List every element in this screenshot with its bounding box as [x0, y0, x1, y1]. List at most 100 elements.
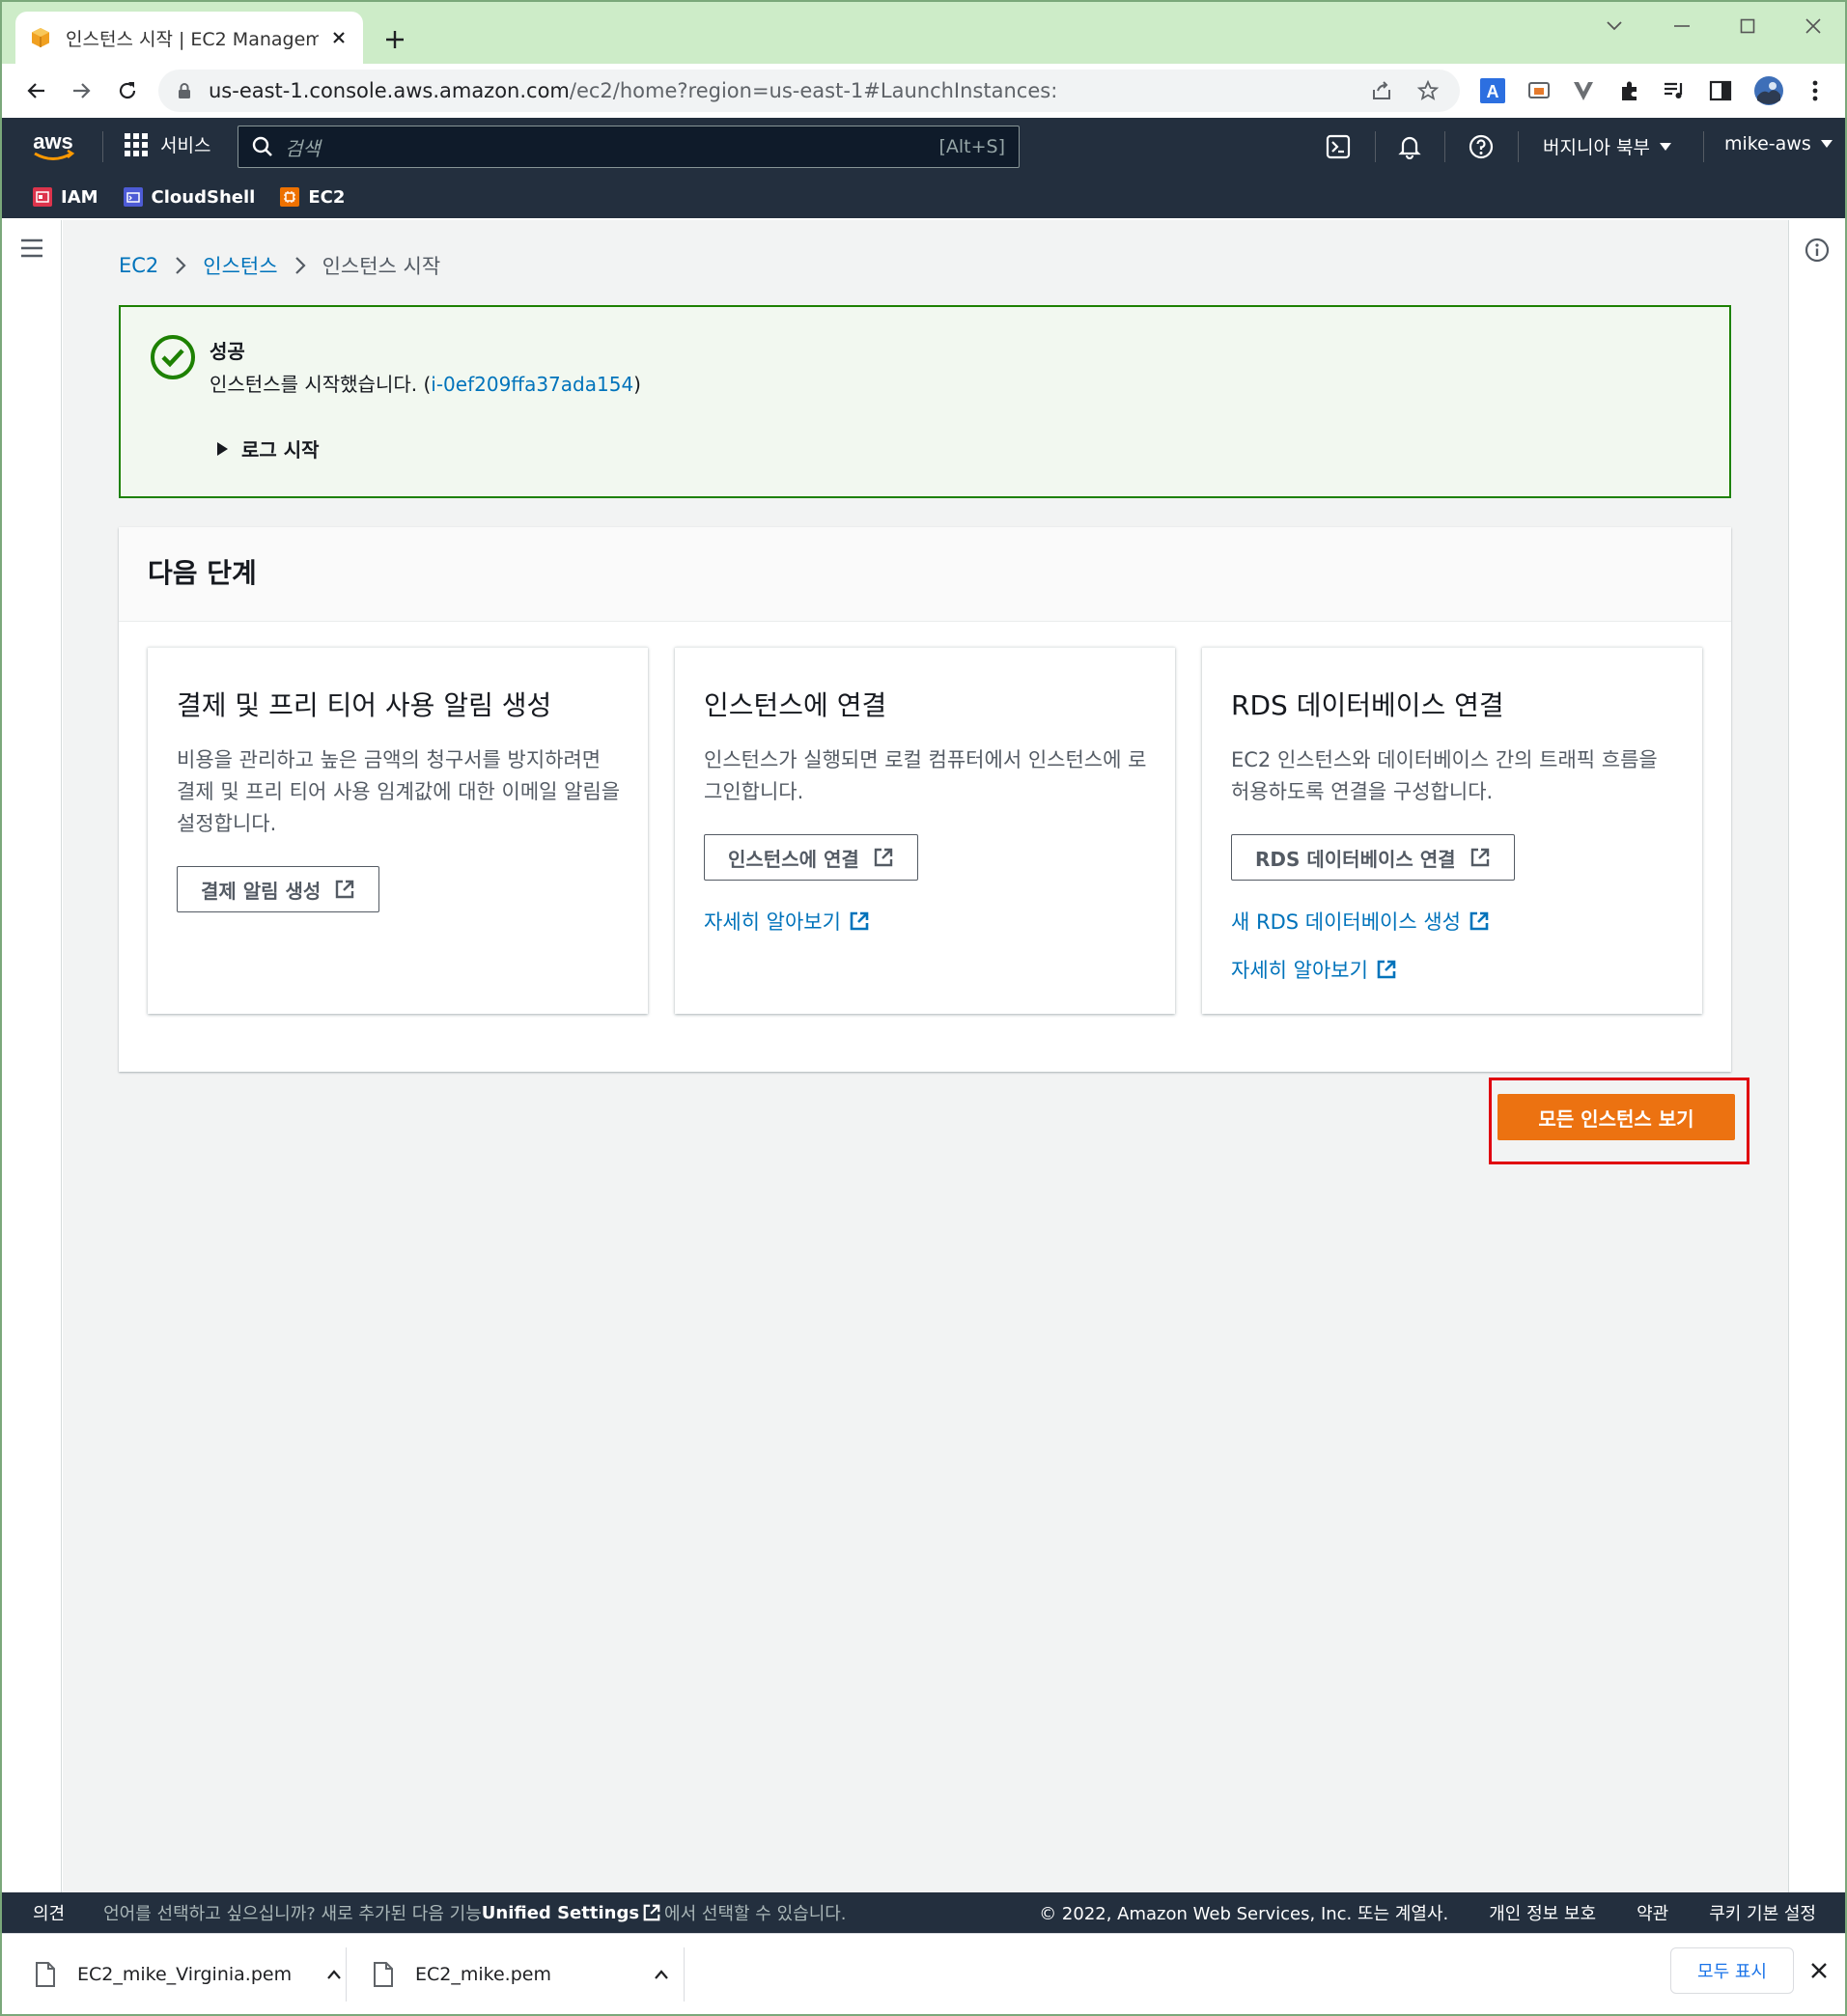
ec2-service-icon: [280, 187, 300, 207]
card-description: 인스턴스가 실행되면 로컬 컴퓨터에서 인스턴스에 로그인합니다.: [704, 748, 1147, 803]
card-title: 인스턴스에 연결: [704, 689, 887, 721]
new-tab-icon[interactable]: [380, 25, 409, 54]
card-rds-connect: RDS 데이터베이스 연결 EC2 인스턴스와 데이터베이스 간의 트래픽 흐름…: [1202, 647, 1702, 1014]
bookmark-star-icon[interactable]: [1413, 76, 1442, 105]
cookie-preferences-link[interactable]: 쿠키 기본 설정: [1709, 1900, 1816, 1925]
window-close-icon[interactable]: [1794, 12, 1833, 41]
cloudshell-service-icon: [123, 187, 143, 207]
share-icon[interactable]: [1367, 76, 1396, 105]
instance-id-link[interactable]: i-0ef209ffa37ada154: [431, 373, 633, 396]
url-text: us-east-1.console.aws.amazon.com/ec2/hom…: [209, 79, 1058, 102]
success-flash-message: 성공 인스턴스를 시작했습니다. (i-0ef209ffa37ada154) 로…: [119, 305, 1731, 498]
vpn-extension-icon[interactable]: [1568, 75, 1599, 106]
chevron-up-icon[interactable]: [654, 1969, 669, 1980]
reload-icon[interactable]: [112, 75, 143, 106]
external-link-icon: [874, 848, 892, 867]
account-menu[interactable]: mike-aws: [1724, 133, 1833, 154]
browser-tab[interactable]: 인스턴스 시작 | EC2 Management: [15, 12, 363, 64]
view-all-instances-button[interactable]: 모든 인스턴스 보기: [1497, 1094, 1735, 1140]
launch-log-expander[interactable]: 로그 시작: [217, 434, 320, 462]
chevron-right-icon: [294, 257, 306, 274]
extensions-puzzle-icon[interactable]: [1614, 75, 1645, 106]
external-link-icon: [336, 880, 354, 899]
caret-right-icon: [217, 441, 228, 456]
aws-logo-icon[interactable]: aws: [29, 127, 77, 166]
search-input[interactable]: 검색 [Alt+S]: [238, 126, 1020, 168]
main-content: EC2 인스턴스 인스턴스 시작 성공 인스턴스를 시작했습니다. (i-0ef…: [63, 220, 1788, 1892]
create-billing-alert-button[interactable]: 결제 알림 생성: [177, 866, 380, 912]
card-title: 결제 및 프리 티어 사용 알림 생성: [177, 689, 552, 721]
external-link-icon: [1377, 960, 1396, 979]
tools-panel-rail: [1788, 220, 1845, 1892]
feedback-link[interactable]: 의견: [33, 1900, 65, 1925]
breadcrumb-ec2[interactable]: EC2: [119, 254, 158, 277]
chevron-up-icon[interactable]: [326, 1969, 342, 1980]
tab-title: 인스턴스 시작 | EC2 Management: [66, 28, 319, 50]
aws-box-icon: [32, 28, 49, 47]
download-item[interactable]: EC2_mike_Virginia.pem: [35, 1944, 342, 2005]
forward-icon[interactable]: [66, 75, 97, 106]
flash-message: 인스턴스를 시작했습니다. (i-0ef209ffa37ada154): [210, 373, 641, 396]
terms-link[interactable]: 약관: [1637, 1900, 1668, 1925]
side-panel-icon[interactable]: [1705, 75, 1736, 106]
show-all-downloads-button[interactable]: 모두 표시: [1670, 1947, 1794, 1994]
tab-search-icon[interactable]: [1595, 12, 1634, 41]
file-icon: [374, 1962, 393, 1987]
file-icon: [36, 1962, 55, 1987]
copyright-text: © 2022, Amazon Web Services, Inc. 또는 계열사…: [1039, 1904, 1449, 1924]
hamburger-menu-icon[interactable]: [19, 238, 44, 259]
side-navigation-rail: [2, 220, 62, 1892]
svg-text:A: A: [1487, 82, 1499, 101]
favorite-cloudshell[interactable]: CloudShell: [123, 187, 255, 208]
aws-top-navigation: aws 서비스 검색 [Alt+S] 버지니아 북부 mike-aws IAM …: [2, 118, 1845, 218]
back-icon[interactable]: [21, 75, 52, 106]
flash-title: 성공: [210, 340, 245, 363]
maximize-icon[interactable]: [1728, 12, 1767, 41]
chevron-right-icon: [176, 257, 186, 274]
create-rds-database-link[interactable]: 새 RDS 데이터베이스 생성: [1231, 907, 1490, 936]
favorites-bar: IAM CloudShell EC2: [2, 178, 370, 216]
breadcrumb: EC2 인스턴스 인스턴스 시작: [119, 251, 440, 280]
help-icon[interactable]: [1466, 131, 1497, 162]
iam-service-icon: [33, 187, 52, 207]
learn-more-link[interactable]: 자세히 알아보기: [1231, 955, 1397, 984]
console-footer: 의견 언어를 선택하고 싶으십니까? 새로 추가된 다음 기능 Unified …: [2, 1892, 1845, 1933]
info-icon[interactable]: [1805, 238, 1830, 263]
download-item[interactable]: EC2_mike.pem: [373, 1944, 669, 2005]
services-menu-button[interactable]: 서비스: [124, 131, 210, 157]
tab-close-icon[interactable]: [328, 27, 350, 48]
profile-avatar[interactable]: [1753, 75, 1784, 106]
region-selector[interactable]: 버지니아 북부: [1543, 133, 1671, 159]
cast-extension-icon[interactable]: [1524, 75, 1554, 106]
card-description: EC2 인스턴스와 데이터베이스 간의 트래픽 흐름을 허용하도록 연결을 구성…: [1231, 748, 1658, 803]
next-steps-panel: 다음 단계 결제 및 프리 티어 사용 알림 생성 비용을 관리하고 높은 금액…: [119, 527, 1731, 1072]
learn-more-link[interactable]: 자세히 알아보기: [704, 907, 870, 936]
panel-header: 다음 단계: [119, 527, 1731, 622]
breadcrumb-instances[interactable]: 인스턴스: [203, 251, 277, 280]
browser-menu-icon[interactable]: [1800, 75, 1831, 106]
external-link-icon: [850, 911, 869, 931]
search-icon: [252, 136, 272, 156]
connect-rds-button[interactable]: RDS 데이터베이스 연결: [1231, 834, 1515, 881]
notifications-bell-icon[interactable]: [1394, 131, 1425, 162]
close-icon[interactable]: [1809, 1961, 1829, 1980]
unified-settings-link[interactable]: Unified Settings: [482, 1903, 639, 1923]
success-check-icon: [151, 335, 195, 379]
media-queue-icon[interactable]: [1659, 75, 1690, 106]
minimize-icon[interactable]: [1663, 12, 1701, 41]
lock-icon: [179, 83, 190, 98]
favorite-iam[interactable]: IAM: [33, 187, 98, 208]
privacy-link[interactable]: 개인 정보 보호: [1489, 1900, 1596, 1925]
panel-title: 다음 단계: [148, 557, 257, 589]
url-bar[interactable]: us-east-1.console.aws.amazon.com/ec2/hom…: [158, 70, 1460, 112]
card-billing-alert: 결제 및 프리 티어 사용 알림 생성 비용을 관리하고 높은 금액의 청구서를…: [148, 647, 648, 1014]
downloads-bar: EC2_mike_Virginia.pem EC2_mike.pem 모두 표시: [2, 1933, 1845, 2014]
browser-tab-bar: 인스턴스 시작 | EC2 Management: [2, 2, 1845, 64]
connect-instance-button[interactable]: 인스턴스에 연결: [704, 834, 918, 881]
breadcrumb-current: 인스턴스 시작: [322, 255, 441, 278]
svg-text:aws: aws: [33, 129, 73, 154]
translate-extension-icon[interactable]: A: [1477, 75, 1508, 106]
favorite-ec2[interactable]: EC2: [280, 187, 345, 208]
cloudshell-icon[interactable]: [1323, 131, 1354, 162]
grid-icon: [125, 132, 148, 156]
